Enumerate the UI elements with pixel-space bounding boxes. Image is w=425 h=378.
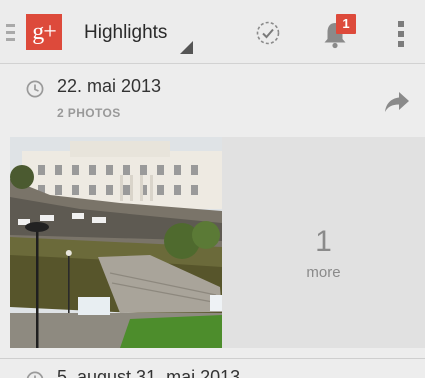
clock-icon (26, 80, 44, 98)
google-plus-logo[interactable]: g+ (26, 14, 62, 50)
spinner-arrow-icon[interactable] (180, 41, 193, 54)
post-photo[interactable] (10, 137, 222, 348)
share-icon[interactable] (384, 91, 410, 113)
check-circle-icon[interactable] (256, 21, 280, 45)
more-photos-count: 1 (315, 225, 332, 258)
next-post-header[interactable]: 5. august 31. mai 2013 (0, 359, 425, 378)
post-header[interactable]: 22. mai 2013 2 PHOTOS (0, 65, 425, 137)
post-date: 22. mai 2013 (57, 76, 162, 96)
more-photos-label: more (306, 264, 341, 281)
more-photos-tile[interactable]: 1 more (222, 137, 425, 348)
section-spinner-title[interactable]: Highlights (84, 22, 167, 44)
clock-icon (26, 371, 44, 378)
notification-badge[interactable]: 1 (336, 14, 356, 34)
post-photo-count: 2 PHOTOS (57, 106, 121, 120)
overflow-menu-icon[interactable] (398, 21, 404, 47)
drawer-indicator-icon[interactable] (6, 24, 15, 42)
action-bar: g+ Highlights 1 (0, 0, 425, 64)
next-post-date: 5. august 31. mai 2013 (57, 367, 241, 378)
